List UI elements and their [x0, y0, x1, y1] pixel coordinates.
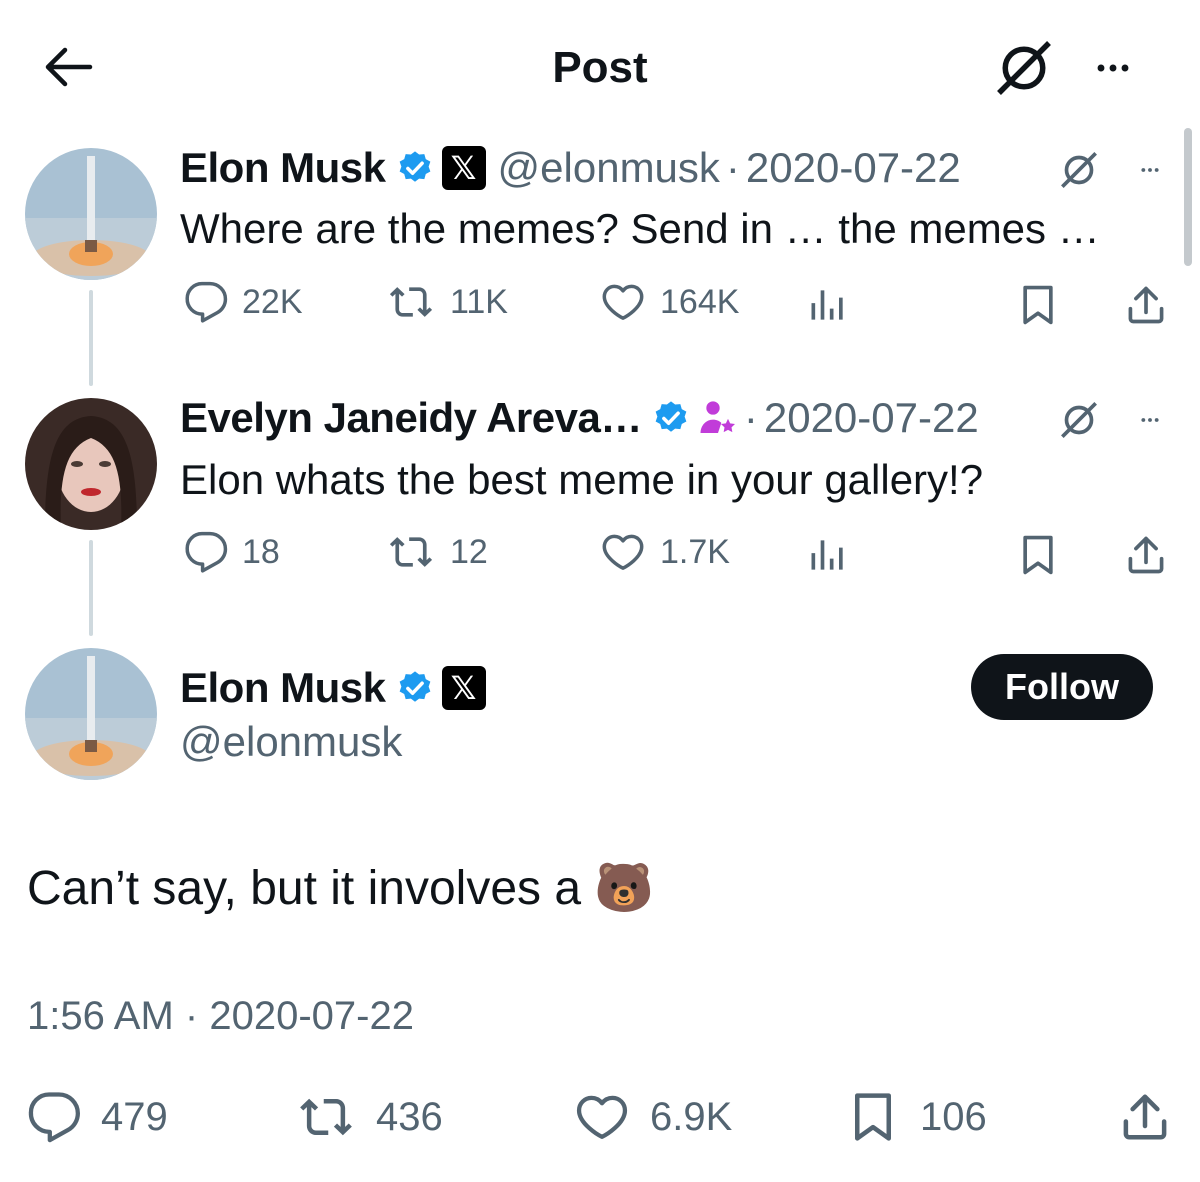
- repost-button[interactable]: 11K: [386, 277, 508, 327]
- grok-button[interactable]: [1058, 150, 1100, 190]
- share-button[interactable]: [1124, 530, 1168, 580]
- bookmark-icon: [846, 1090, 900, 1144]
- reply-button[interactable]: 22K: [184, 277, 303, 327]
- avatar[interactable]: [25, 648, 157, 780]
- rocket-avatar-image: [25, 648, 157, 780]
- post-text: Where are the memes? Send in … the memes…: [180, 205, 1100, 252]
- like-count: 164K: [660, 282, 740, 321]
- avatar[interactable]: [25, 398, 157, 530]
- author-handle[interactable]: @elonmusk: [180, 718, 402, 766]
- grok-button[interactable]: [992, 38, 1056, 98]
- views-button[interactable]: [806, 280, 850, 330]
- grok-icon: [1058, 400, 1100, 440]
- more-horizontal-icon: [1086, 50, 1140, 86]
- repost-count: 436: [376, 1094, 443, 1139]
- thread-line: [89, 290, 93, 386]
- heart-icon: [600, 280, 646, 324]
- author-handle[interactable]: @elonmusk: [498, 144, 720, 192]
- bookmark-button[interactable]: 106: [846, 1089, 987, 1145]
- grok-button[interactable]: [1058, 400, 1100, 440]
- grok-icon: [1058, 150, 1100, 190]
- reply-count: 18: [242, 532, 280, 571]
- separator: ·: [725, 144, 740, 191]
- share-icon: [1124, 533, 1168, 577]
- like-button[interactable]: 1.7K: [600, 527, 730, 577]
- heart-icon: [600, 530, 646, 574]
- reply-button[interactable]: 18: [184, 527, 280, 577]
- more-horizontal-icon: [1130, 160, 1170, 180]
- post-header: Elon Musk 𝕏 @elonmusk · 2020-07-22: [180, 140, 961, 196]
- author-name[interactable]: Elon Musk: [180, 144, 386, 192]
- verified-badge-icon: [652, 399, 690, 437]
- post-time[interactable]: 1:56 AM: [27, 994, 174, 1038]
- bookmark-icon: [1016, 283, 1060, 327]
- post-header: Evelyn Janeidy Areva… · 2020-07-22: [180, 390, 979, 446]
- reply-button[interactable]: 479: [27, 1089, 168, 1145]
- x-affiliate-badge-icon: 𝕏: [441, 666, 486, 710]
- bookmark-button[interactable]: [1016, 280, 1060, 330]
- views-chart-icon: [806, 283, 850, 327]
- grok-icon: [992, 38, 1056, 98]
- like-button[interactable]: 164K: [600, 277, 739, 327]
- post-more-button[interactable]: [1130, 160, 1170, 180]
- verified-badge-icon: [396, 669, 434, 707]
- like-count: 6.9K: [650, 1094, 733, 1139]
- views-chart-icon: [806, 533, 850, 577]
- rocket-avatar-image: [25, 148, 157, 280]
- views-button[interactable]: [806, 530, 850, 580]
- header-more-button[interactable]: [1086, 50, 1140, 86]
- heart-icon: [574, 1090, 630, 1144]
- share-icon: [1124, 283, 1168, 327]
- reply-icon: [27, 1090, 81, 1144]
- post-date[interactable]: 2020-07-22: [209, 994, 414, 1038]
- bookmark-button[interactable]: [1016, 530, 1060, 580]
- repost-icon: [296, 1090, 356, 1144]
- separator: ·: [743, 394, 758, 441]
- author-name[interactable]: Elon Musk: [180, 664, 386, 712]
- share-button[interactable]: [1118, 1089, 1172, 1145]
- post-date[interactable]: 2020-07-22: [746, 144, 961, 192]
- affiliate-person-star-icon: [700, 401, 735, 433]
- reply-count: 479: [101, 1094, 168, 1139]
- repost-button[interactable]: 436: [296, 1089, 443, 1145]
- post-text: Elon whats the best meme in your gallery…: [180, 456, 984, 503]
- repost-icon: [386, 530, 436, 574]
- post-text: Can’t say, but it involves a 🐻: [27, 862, 655, 915]
- repost-icon: [386, 280, 436, 324]
- reply-icon: [184, 530, 228, 574]
- like-button[interactable]: 6.9K: [574, 1089, 732, 1145]
- post-more-button[interactable]: [1130, 410, 1170, 430]
- thread-line: [89, 540, 93, 636]
- share-icon: [1118, 1090, 1172, 1144]
- post-timestamp: 1:56 AM · 2020-07-22: [27, 994, 414, 1039]
- woman-portrait-avatar-image: [25, 398, 157, 530]
- reply-count: 22K: [242, 282, 303, 321]
- avatar[interactable]: [25, 148, 157, 280]
- post-date[interactable]: 2020-07-22: [764, 394, 979, 442]
- more-horizontal-icon: [1130, 410, 1170, 430]
- separator: ·: [184, 994, 199, 1038]
- author-name[interactable]: Evelyn Janeidy Areva…: [180, 394, 642, 442]
- repost-count: 11K: [450, 282, 508, 321]
- scrollbar[interactable]: [1184, 128, 1192, 266]
- x-affiliate-badge-icon: 𝕏: [441, 146, 486, 190]
- repost-button[interactable]: 12: [386, 527, 488, 577]
- repost-count: 12: [450, 532, 488, 571]
- reply-icon: [184, 280, 228, 324]
- share-button[interactable]: [1124, 280, 1168, 330]
- bookmark-icon: [1016, 533, 1060, 577]
- follow-button[interactable]: Follow: [971, 654, 1153, 720]
- like-count: 1.7K: [660, 532, 730, 571]
- verified-badge-icon: [396, 149, 434, 187]
- post-header: Elon Musk 𝕏: [180, 660, 486, 716]
- bookmark-count: 106: [920, 1094, 987, 1139]
